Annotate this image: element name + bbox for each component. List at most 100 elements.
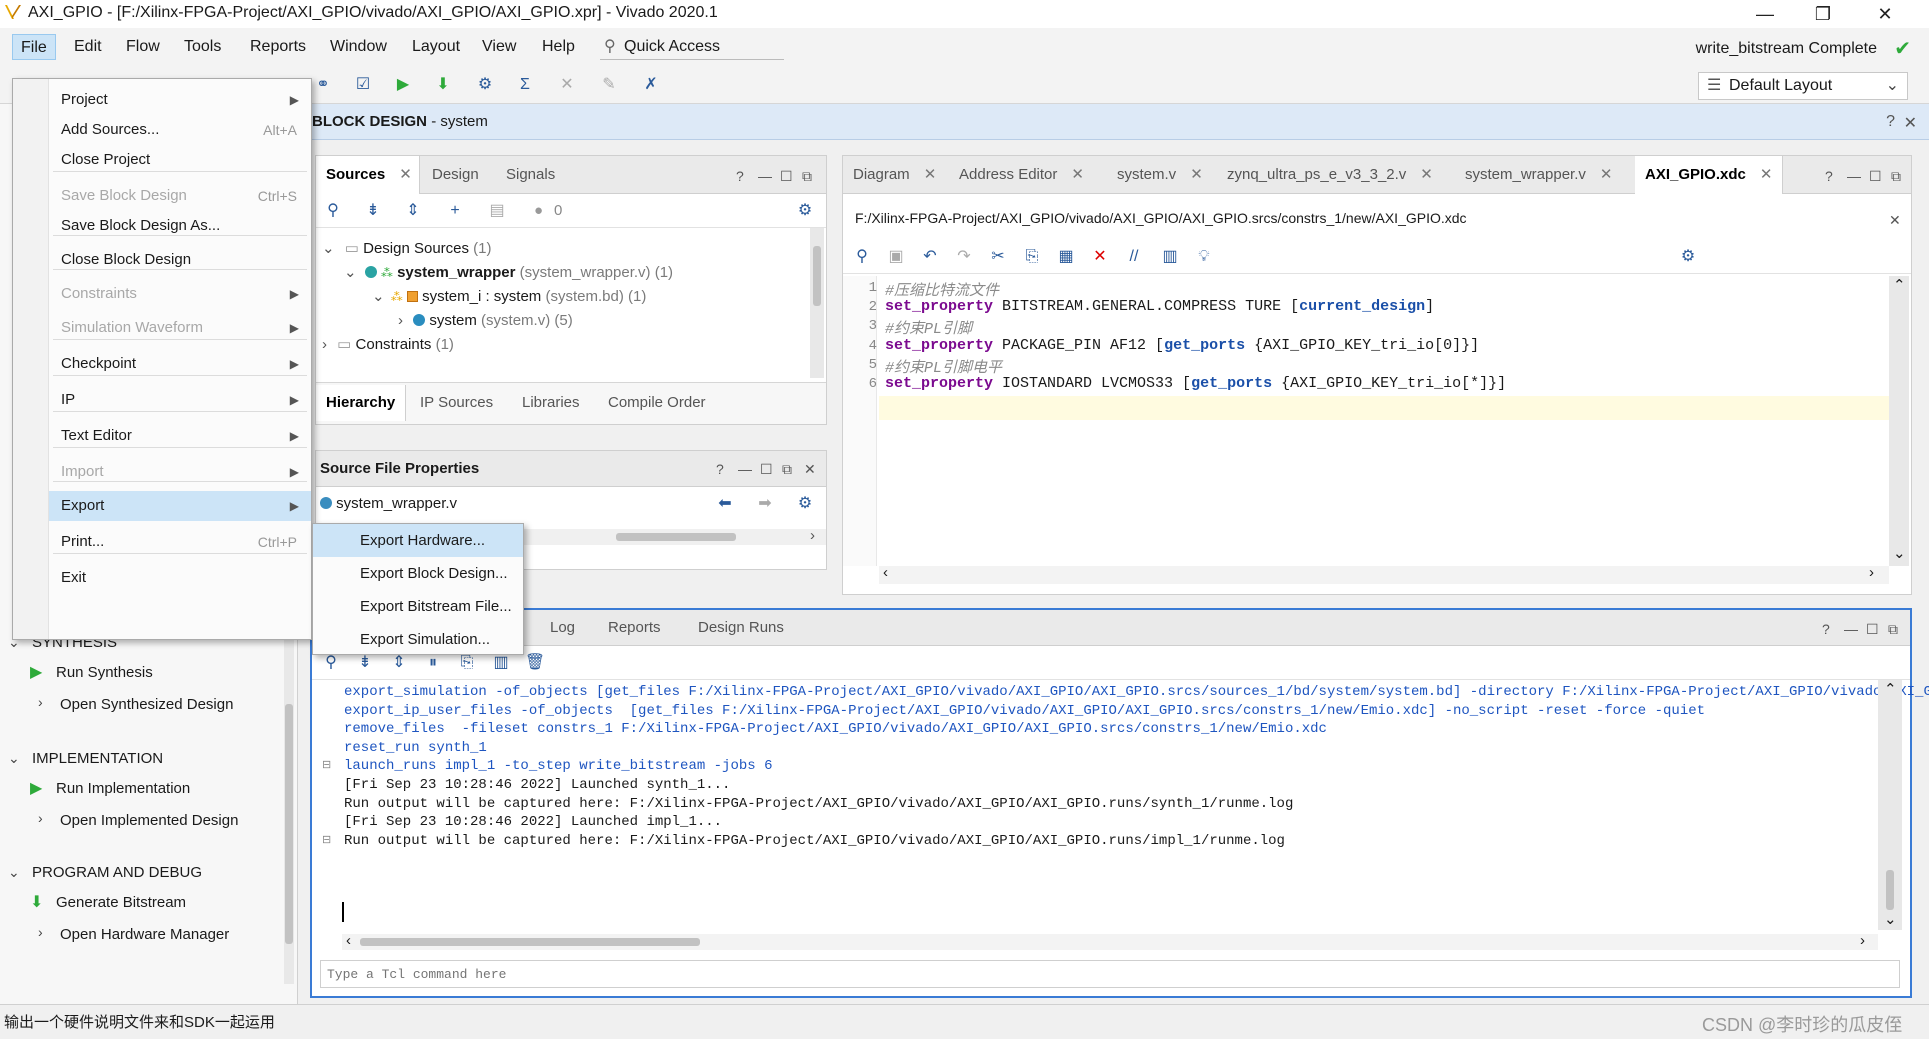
menu-file[interactable]: File [12, 34, 56, 60]
tab-system-v[interactable]: system.v ✕ [1107, 156, 1213, 194]
tab-libraries[interactable]: Libraries [512, 385, 590, 421]
help-icon[interactable]: ? [736, 168, 744, 184]
file-menu-item-project[interactable]: Project ▶ [49, 85, 311, 115]
tab-signals[interactable]: Signals [496, 156, 565, 194]
file-menu-item-save-block-design-as[interactable]: Save Block Design As... [49, 211, 311, 241]
file-menu-item-export[interactable]: Export ▶ [49, 491, 311, 521]
save-icon[interactable]: ▣ [885, 246, 907, 268]
file-menu-item-print[interactable]: Print... Ctrl+P [49, 527, 311, 557]
scrollbar-thumb[interactable] [1886, 870, 1894, 910]
help-icon[interactable]: ? [1825, 168, 1833, 184]
menu-window[interactable]: Window [322, 34, 395, 60]
tab-zynq-ultra[interactable]: zynq_ultra_ps_e_v3_3_2.v ✕ [1217, 156, 1443, 194]
close-icon[interactable]: ✕ [804, 461, 816, 478]
float-icon[interactable]: ⧉ [1888, 621, 1898, 638]
close-icon[interactable]: ✕ [1071, 166, 1084, 183]
fold-marker-icon[interactable]: ⊟ [322, 833, 331, 846]
menu-help[interactable]: Help [534, 34, 583, 60]
horizontal-scrollbar[interactable]: ‹ › [879, 564, 1889, 584]
close-icon[interactable]: ✕ [1889, 212, 1901, 229]
tab-sources[interactable]: Sources ✕ [316, 156, 420, 194]
chevron-right-icon[interactable]: › [38, 810, 43, 826]
tab-design[interactable]: Design [422, 156, 489, 194]
file-menu-item-close-project[interactable]: Close Project [49, 145, 311, 175]
section-implementation[interactable]: IMPLEMENTATION [32, 750, 163, 767]
settings-icon[interactable]: ⚙ [474, 74, 496, 96]
minimize-icon[interactable]: — [1847, 168, 1861, 184]
chevron-down-icon[interactable]: ⌄ [1893, 544, 1906, 562]
chevron-right-icon[interactable]: › [38, 924, 43, 940]
code-line[interactable]: set_property IOSTANDARD LVCMOS33 [get_po… [885, 375, 1506, 392]
search-icon[interactable]: ⚲ [851, 246, 873, 268]
tab-system-wrapper-v[interactable]: system_wrapper.v ✕ [1455, 156, 1622, 194]
help-icon[interactable]: ? [1822, 621, 1830, 637]
file-menu-item-simulation-waveform[interactable]: Simulation Waveform ▶ [49, 313, 311, 343]
tree-row-system[interactable]: › system (system.v) (5) [398, 308, 573, 334]
menu-view[interactable]: View [474, 34, 524, 60]
maximize-button[interactable]: ❐ [1794, 0, 1852, 28]
comment-icon[interactable]: // [1123, 246, 1145, 268]
delete-icon[interactable]: ✕ [1089, 246, 1111, 268]
maximize-icon[interactable]: ☐ [1866, 621, 1879, 638]
close-icon[interactable]: ✕ [399, 166, 412, 183]
forward-arrow-icon[interactable]: ➡ [754, 493, 776, 515]
file-menu-item-constraints[interactable]: Constraints ▶ [49, 279, 311, 309]
file-menu-item-text-editor[interactable]: Text Editor ▶ [49, 421, 311, 451]
float-icon[interactable]: ⧉ [1891, 168, 1901, 185]
gear-icon[interactable]: ⚙ [794, 200, 816, 222]
scrollbar-thumb[interactable] [616, 533, 736, 541]
open-hardware-manager-link[interactable]: Open Hardware Manager [60, 926, 229, 943]
code-line[interactable]: #压缩比特流文件 [885, 279, 999, 300]
scrollbar-thumb[interactable] [813, 246, 821, 306]
code-line[interactable]: #约束PL引脚电平 [885, 356, 1002, 377]
export-simulation-item[interactable]: Export Simulation... [313, 623, 523, 656]
horizontal-scrollbar[interactable]: ‹ › [342, 932, 1878, 950]
file-menu-item-save-block-design[interactable]: Save Block Design Ctrl+S [49, 181, 311, 211]
tab-design-runs[interactable]: Design Runs [688, 610, 794, 646]
gear-icon[interactable]: ⚙ [1677, 246, 1699, 268]
tab-log[interactable]: Log [540, 610, 585, 646]
trash-icon[interactable]: 🗑︎ [524, 652, 546, 674]
chevron-left-icon[interactable]: ‹ [883, 564, 888, 581]
file-menu-item-ip[interactable]: IP ▶ [49, 385, 311, 415]
minimize-icon[interactable]: — [758, 168, 772, 184]
add-icon[interactable]: + [444, 200, 466, 222]
menu-tools[interactable]: Tools [176, 34, 229, 60]
export-block-design-item[interactable]: Export Block Design... [313, 557, 523, 590]
chevron-up-icon[interactable]: ⌃ [1884, 680, 1897, 698]
chevron-right-icon[interactable]: › [1869, 564, 1874, 581]
section-program-debug[interactable]: PROGRAM AND DEBUG [32, 864, 202, 881]
cross-tool-icon[interactable]: ✗ [640, 74, 662, 96]
scrollbar-thumb[interactable] [285, 704, 293, 944]
tab-axi-gpio-xdc[interactable]: AXI_GPIO.xdc ✕ [1635, 156, 1784, 194]
maximize-icon[interactable]: ☐ [780, 168, 793, 185]
tab-ip-sources[interactable]: IP Sources [410, 385, 503, 421]
document-icon[interactable]: ▤ [486, 200, 508, 222]
tab-hierarchy[interactable]: Hierarchy [316, 385, 407, 421]
file-menu-item-exit[interactable]: Exit [49, 563, 311, 593]
run-icon[interactable]: ▶ [392, 74, 414, 96]
tab-diagram[interactable]: Diagram ✕ [843, 156, 946, 194]
file-menu-item-checkpoint[interactable]: Checkpoint ▶ [49, 349, 311, 379]
menu-flow[interactable]: Flow [118, 34, 168, 60]
lightbulb-icon[interactable]: 💡︎ [1193, 246, 1215, 268]
scrollbar[interactable]: ⌃ ⌄ [1878, 680, 1902, 930]
generate-bitstream-link[interactable]: Generate Bitstream [56, 894, 186, 911]
search-icon[interactable]: ⚲ [322, 200, 344, 222]
chevron-right-icon[interactable]: › [810, 527, 815, 544]
scrollbar-thumb[interactable] [360, 938, 700, 946]
help-icon[interactable]: ? [716, 461, 724, 477]
wand-disabled-icon[interactable]: ✕ [556, 74, 578, 96]
run-implementation-link[interactable]: Run Implementation [56, 780, 190, 797]
export-hardware-item[interactable]: Export Hardware... [313, 524, 523, 557]
copy-icon[interactable]: ⎘ [1021, 246, 1043, 268]
layout-dropdown[interactable]: ☰ Default Layout ⌄ [1698, 72, 1908, 100]
minimize-button[interactable]: — [1736, 0, 1794, 28]
tree-row-design-sources[interactable]: ⌄ ▭ Design Sources (1) [322, 236, 492, 262]
code-line[interactable]: set_property BITSTREAM.GENERAL.COMPRESS … [885, 298, 1434, 315]
pen-disabled-icon[interactable]: ✎ [598, 74, 620, 96]
close-icon[interactable]: ✕ [1600, 166, 1613, 183]
menu-reports[interactable]: Reports [242, 34, 314, 60]
template-icon[interactable]: ▥ [1159, 246, 1181, 268]
chevron-left-icon[interactable]: ‹ [346, 932, 351, 949]
